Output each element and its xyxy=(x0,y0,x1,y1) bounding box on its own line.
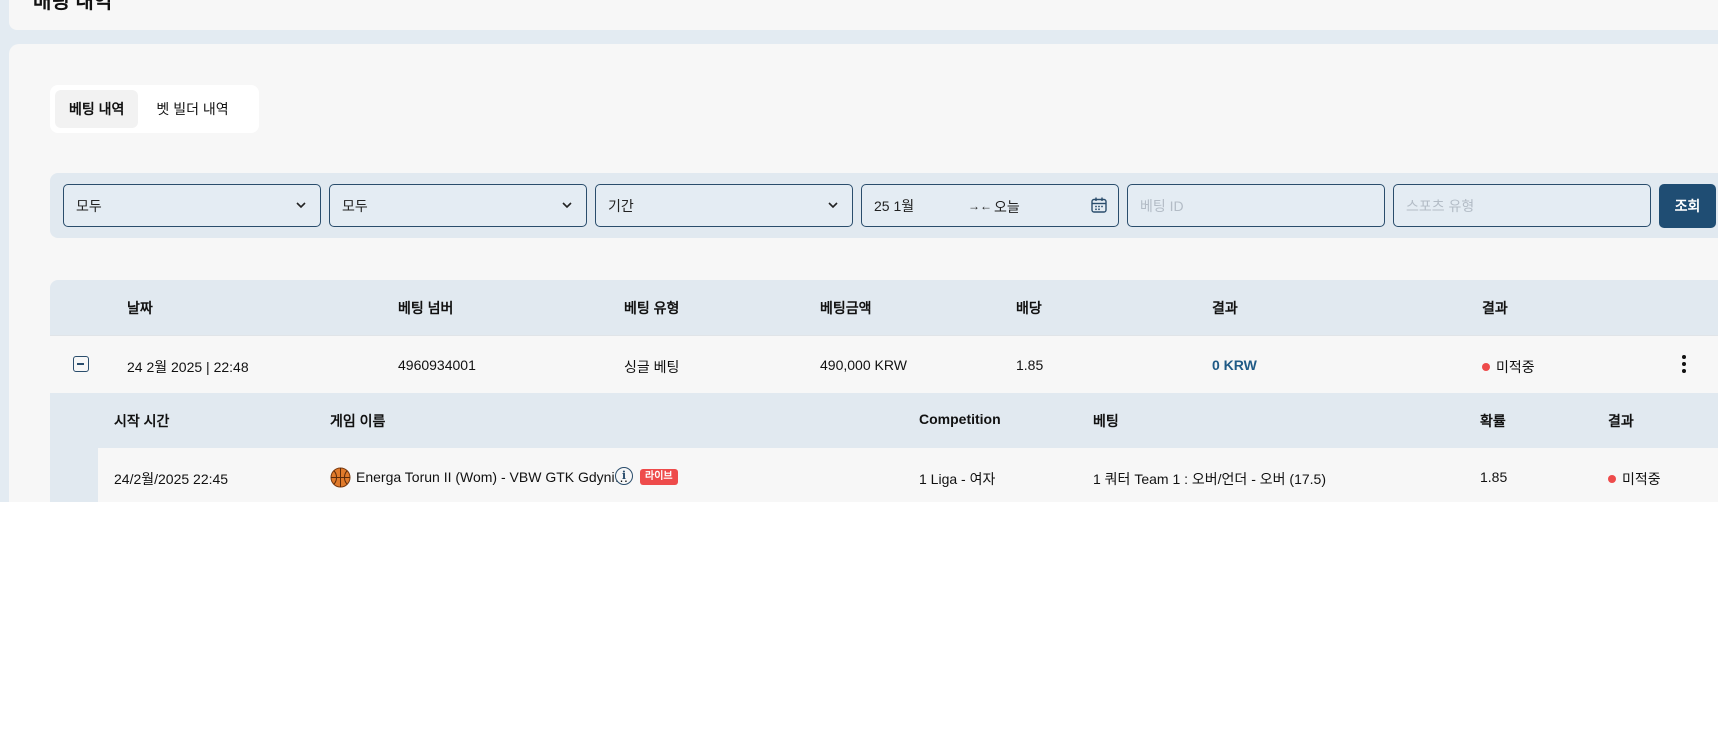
viewport: 배팅 내역 베팅 내역 벳 빌더 내역 모두 모두 기간 25 1월 →← 오늘 xyxy=(0,0,1718,502)
table-row[interactable]: 24 2월 2025 | 22:48 4960934001 싱글 베팅 490,… xyxy=(50,335,1718,393)
details-row: 24/2월/2025 22:45 Energa Torun II (Wom) -… xyxy=(98,448,1718,502)
filter-select-1-value: 모두 xyxy=(76,197,102,214)
details-game-name[interactable]: Energa Torun II (Wom) - VBW GTK Gdyni… xyxy=(356,469,629,485)
column-header-bet-type: 베팅 유형 xyxy=(624,300,680,316)
filter-bar: 모두 모두 기간 25 1월 →← 오늘 베팅 ID 스포츠 유형 xyxy=(50,173,1718,238)
details-bet: 1 쿼터 Team 1 : 오버/언더 - 오버 (17.5) xyxy=(1093,471,1326,487)
date-to: 오늘 xyxy=(994,199,1020,215)
table-header: 날짜 베팅 넘버 베팅 유형 베팅금액 배당 결과 결과 xyxy=(50,280,1718,335)
tab-bet-builder-history[interactable]: 벳 빌더 내역 xyxy=(142,90,242,128)
sport-type-placeholder: 스포츠 유형 xyxy=(1406,197,1475,214)
row-status-text: 미적중 xyxy=(1496,359,1535,375)
filter-period-value: 기간 xyxy=(608,197,634,214)
filter-period-select[interactable]: 기간 xyxy=(595,184,853,227)
date-range-picker[interactable]: 25 1월 →← 오늘 xyxy=(861,184,1119,227)
tab-bet-history[interactable]: 베팅 내역 xyxy=(55,90,139,128)
page-title: 배팅 내역 xyxy=(33,0,113,13)
details-header: 시작 시간 게임 이름 Competition 베팅 확률 결과 xyxy=(98,393,1718,448)
status-dot-icon xyxy=(1482,363,1490,371)
details-header-bet: 베팅 xyxy=(1093,413,1119,429)
bet-history-table: 날짜 베팅 넘버 베팅 유형 베팅금액 배당 결과 결과 24 2월 2025 … xyxy=(50,280,1718,502)
filter-select-2-value: 모두 xyxy=(342,197,368,214)
details-header-competition: Competition xyxy=(919,411,1001,427)
bet-id-input[interactable]: 베팅 ID xyxy=(1127,184,1385,227)
column-header-status: 결과 xyxy=(1482,300,1508,316)
kebab-menu-icon[interactable] xyxy=(1681,355,1687,375)
details-status: 미적중 xyxy=(1608,469,1661,489)
details-odds: 1.85 xyxy=(1480,469,1508,485)
row-win: 0 KRW xyxy=(1212,357,1257,373)
chevron-down-icon xyxy=(562,202,572,209)
search-button[interactable]: 조회 xyxy=(1659,184,1716,228)
live-badge: 라이브 xyxy=(640,469,678,485)
bet-details-panel: 시작 시간 게임 이름 Competition 베팅 확률 결과 24/2월/2… xyxy=(50,393,1718,502)
row-status: 미적중 xyxy=(1482,357,1535,377)
details-header-odds: 확률 xyxy=(1480,413,1506,429)
swap-arrows-icon: →← xyxy=(968,199,992,213)
header-card xyxy=(9,0,1718,30)
column-header-bet-number: 베팅 넘버 xyxy=(398,300,454,316)
details-header-start-time: 시작 시간 xyxy=(114,413,170,429)
row-amount: 490,000 KRW xyxy=(820,357,907,373)
calendar-icon[interactable] xyxy=(1090,196,1108,214)
filter-select-2[interactable]: 모두 xyxy=(329,184,587,227)
row-bet-number: 4960934001 xyxy=(398,357,476,373)
column-header-date: 날짜 xyxy=(127,300,153,316)
column-header-amount: 베팅금액 xyxy=(820,300,872,316)
chevron-down-icon xyxy=(828,202,838,209)
filter-select-1[interactable]: 모두 xyxy=(63,184,321,227)
info-icon[interactable]: i xyxy=(615,467,633,485)
row-bet-type: 싱글 베팅 xyxy=(624,359,680,375)
details-start-time: 24/2월/2025 22:45 xyxy=(114,471,229,487)
basketball-icon xyxy=(330,467,351,488)
row-odds: 1.85 xyxy=(1016,357,1044,373)
bet-id-placeholder: 베팅 ID xyxy=(1140,197,1184,214)
details-game-cell: Energa Torun II (Wom) - VBW GTK Gdyni… i… xyxy=(320,448,820,502)
details-status-text: 미적중 xyxy=(1622,471,1661,487)
row-date: 24 2월 2025 | 22:48 xyxy=(127,359,249,375)
column-header-win: 결과 xyxy=(1212,300,1238,316)
details-competition: 1 Liga - 여자 xyxy=(919,471,996,487)
collapse-icon[interactable] xyxy=(73,356,89,372)
tab-bar: 베팅 내역 벳 빌더 내역 xyxy=(50,85,259,133)
details-header-status: 결과 xyxy=(1608,413,1634,429)
status-dot-icon xyxy=(1608,475,1616,483)
chevron-down-icon xyxy=(296,202,306,209)
sport-type-input[interactable]: 스포츠 유형 xyxy=(1393,184,1651,227)
date-from: 25 1월 xyxy=(874,197,915,214)
column-header-odds: 배당 xyxy=(1016,300,1042,316)
details-header-game-name: 게임 이름 xyxy=(330,413,386,429)
